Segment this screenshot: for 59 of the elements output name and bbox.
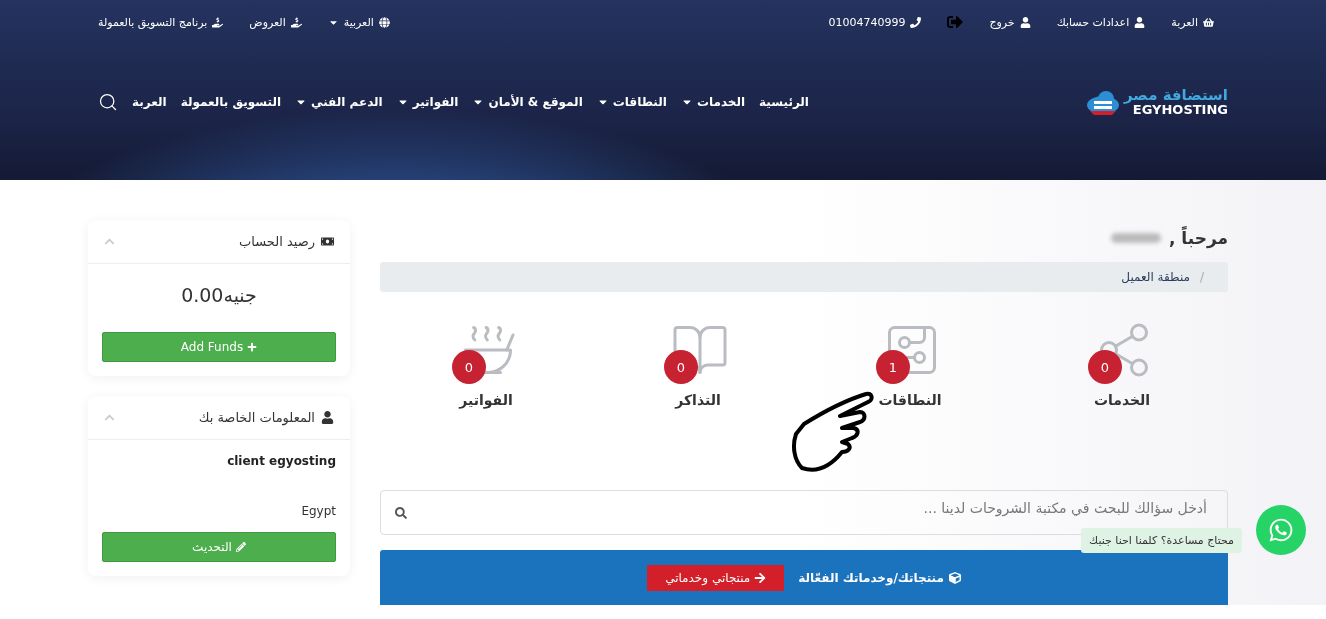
count-badge: 1 xyxy=(876,350,910,384)
blurred-name xyxy=(1110,233,1161,243)
top-link[interactable]: خروج xyxy=(989,15,1031,29)
phone-icon xyxy=(910,16,922,28)
greeting-text: مرحباً , xyxy=(1168,228,1228,248)
whatsapp-icon xyxy=(1268,517,1294,543)
logo-text: EGYHOSTING xyxy=(1132,103,1228,116)
cloud-logo-icon xyxy=(1086,89,1121,115)
top-link[interactable]: 01004740999 xyxy=(828,15,922,29)
logout-icon[interactable] xyxy=(947,14,964,30)
card-title: رصيد الحساب xyxy=(239,234,334,249)
pencil-icon xyxy=(235,542,246,552)
nav-link[interactable]: العربة xyxy=(132,95,167,109)
nav-link[interactable]: الدعم الفني xyxy=(295,95,383,109)
user-icon xyxy=(1019,16,1031,28)
globe-icon xyxy=(378,16,390,28)
nav-link[interactable]: النطاقات xyxy=(596,95,667,109)
search-icon[interactable] xyxy=(98,92,118,112)
nav-link[interactable]: الرئيسية xyxy=(759,95,809,109)
arrow-icon xyxy=(754,571,767,584)
nav-link[interactable]: التسويق بالعمولة xyxy=(180,95,282,109)
stat-label[interactable]: النطاقات xyxy=(878,392,942,408)
top-link[interactable]: العروض xyxy=(249,15,302,29)
breadcrumb-separator: / xyxy=(1199,270,1204,284)
plus-icon xyxy=(247,342,258,352)
breadcrumb-link[interactable]: منطقة العميل xyxy=(1121,270,1190,284)
panel-title: منتجاتك/وخدماتك الفعّالة xyxy=(798,570,961,585)
chevron-up-icon[interactable] xyxy=(104,412,115,423)
chevron-up-icon[interactable] xyxy=(104,236,115,247)
money-icon xyxy=(321,235,334,248)
top-link[interactable]: اعدادات حسابك xyxy=(1056,15,1146,29)
top-link[interactable]: العربة xyxy=(1171,15,1214,29)
top-link[interactable]: برنامج التسويق بالعمولة xyxy=(98,15,224,29)
search-icon xyxy=(395,506,407,519)
hand-coin-icon xyxy=(212,16,224,28)
nav-link[interactable]: الخدمات xyxy=(680,95,746,109)
client-country: Egypt xyxy=(300,504,336,518)
count-badge: 0 xyxy=(452,350,486,384)
nav-link[interactable]: الفواتير xyxy=(396,95,459,109)
hand-coin-icon xyxy=(290,16,302,28)
top-link[interactable]: العربية xyxy=(327,15,390,29)
stat-label[interactable]: الخدمات xyxy=(1093,392,1151,408)
card-title: المعلومات الخاصة بك xyxy=(198,410,334,425)
help-tooltip: محتاج مساعدة؟ كلمنا احنا جنبك xyxy=(1081,528,1242,553)
logo-text: استضافة مصر xyxy=(1124,88,1228,103)
cube-icon xyxy=(948,571,961,584)
search-placeholder: أدخل سؤالك للبحث في مكتبة الشروحات لدينا ... xyxy=(922,500,1208,519)
stat-label[interactable]: الفواتير xyxy=(459,392,513,408)
client-name: client egyosting xyxy=(226,454,336,468)
balance-amount: جنيه0.00 xyxy=(180,284,258,306)
products-button[interactable]: منتجاتي وخدماتي xyxy=(647,564,785,591)
user-icon xyxy=(321,411,334,424)
basket-icon xyxy=(1203,16,1214,28)
count-badge: 0 xyxy=(664,350,698,384)
search-field[interactable]: أدخل سؤالك للبحث في مكتبة الشروحات لدينا ... xyxy=(380,490,1228,535)
nav-link[interactable]: الموقع & الأمان xyxy=(472,95,583,109)
stat-label[interactable]: التذاكر xyxy=(675,392,721,408)
user-icon xyxy=(1134,16,1146,28)
count-badge: 0 xyxy=(1088,350,1122,384)
